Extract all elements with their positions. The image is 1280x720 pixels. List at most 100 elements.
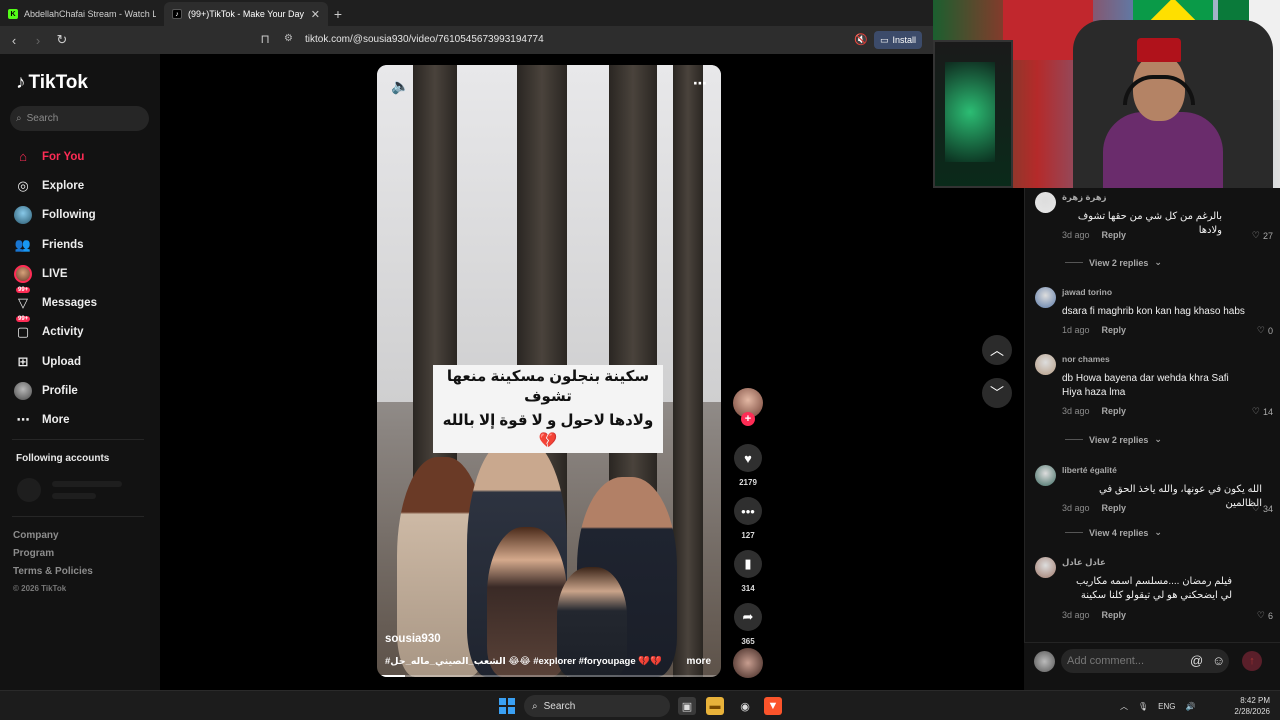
url-text[interactable]: tiktok.com/@sousia930/video/761054567399… — [305, 34, 544, 45]
messages-badge: 99+ — [16, 287, 31, 294]
sidebar-item-following[interactable]: Following — [14, 201, 154, 230]
tab-tiktok[interactable]: ♪ (99+)TikTok - Make Your Day ✕ — [164, 2, 328, 26]
close-tab-icon[interactable]: ✕ — [311, 8, 320, 21]
video-author[interactable]: sousia930 — [385, 633, 441, 645]
microphone-icon[interactable]: 🎙 — [1138, 702, 1148, 711]
mention-icon[interactable]: @ — [1190, 653, 1203, 668]
sidebar-item-live[interactable]: LIVE — [14, 259, 154, 288]
music-disc-icon[interactable] — [733, 648, 763, 678]
windows-start-icon[interactable] — [499, 698, 515, 714]
comment-like[interactable]: ♡ 6 — [1257, 610, 1273, 621]
back-icon[interactable]: ‹ — [4, 30, 24, 50]
search-icon: ⌕ — [532, 700, 538, 712]
sidebar-item-more[interactable]: ⋯ More — [14, 406, 154, 435]
comment-age: 3d ago — [1062, 406, 1090, 416]
comment-meta: 1d ago Reply — [1062, 325, 1126, 335]
volume-icon[interactable]: 🔈 — [391, 77, 410, 95]
next-video-button[interactable]: ﹀ — [982, 378, 1012, 408]
add-comment-bar: Add comment... @ ☺ ↑ — [1024, 642, 1280, 690]
commenter-avatar[interactable] — [1035, 354, 1056, 375]
comment-username[interactable]: liberté égalité — [1062, 465, 1117, 475]
view-replies-label: View 4 replies — [1089, 527, 1149, 538]
install-button[interactable]: ▭ Install — [874, 31, 923, 49]
comment-like[interactable]: ♡ 27 — [1252, 230, 1273, 241]
search-input[interactable]: ⌕ Search — [10, 106, 149, 131]
more-options-icon[interactable]: ⋯ — [693, 75, 707, 92]
bookmark-icon[interactable]: ⊓ — [258, 32, 272, 48]
add-comment-input[interactable]: Add comment... — [1061, 649, 1229, 673]
footer-company-link[interactable]: Company — [13, 530, 93, 548]
follow-plus-icon[interactable]: + — [741, 412, 755, 426]
emoji-icon[interactable]: ☺ — [1212, 653, 1225, 668]
file-explorer-icon[interactable]: ▬ — [706, 697, 724, 715]
creator-avatar[interactable]: + — [733, 388, 763, 426]
reply-button[interactable]: Reply — [1102, 503, 1127, 513]
commenter-avatar[interactable] — [1035, 192, 1056, 213]
heart-icon[interactable]: ♥ — [734, 444, 762, 472]
reply-button[interactable]: Reply — [1102, 325, 1127, 335]
video-progress-bar[interactable] — [377, 675, 721, 677]
sidebar-item-profile[interactable]: Profile — [14, 376, 154, 405]
loading-skeleton-line — [52, 481, 122, 487]
forward-icon[interactable]: › — [28, 30, 48, 50]
tab-kick-stream[interactable]: K AbdellahChafai Stream - Watch Live — [0, 2, 164, 26]
compass-icon: ◎ — [17, 177, 29, 193]
send-comment-button[interactable]: ↑ — [1242, 651, 1262, 671]
install-label: Install — [892, 35, 917, 45]
new-tab-button[interactable]: + — [328, 2, 348, 26]
sidebar-item-label: Following — [42, 209, 96, 222]
previous-video-button[interactable]: ︿ — [982, 335, 1012, 365]
speaker-icon[interactable]: 🔊 — [1186, 702, 1196, 711]
commenter-avatar[interactable] — [1035, 465, 1056, 486]
reply-button[interactable]: Reply — [1102, 610, 1127, 620]
sidebar-item-upload[interactable]: ⊞ Upload — [14, 347, 154, 376]
commenter-avatar[interactable] — [1035, 287, 1056, 308]
footer-program-link[interactable]: Program — [13, 548, 93, 566]
comment-like[interactable]: ♡ 14 — [1252, 406, 1273, 417]
chrome-icon[interactable]: ◉ — [736, 697, 754, 715]
sidebar-item-label: Friends — [42, 238, 84, 251]
comment-username[interactable]: زهرة زهرة — [1062, 192, 1107, 203]
clock[interactable]: 8:42 PM 2/28/2026 — [1228, 695, 1270, 717]
reply-button[interactable]: Reply — [1102, 230, 1127, 240]
video-player[interactable]: سكينة بنجلون مسكينة منعها تشوف ولادها لا… — [377, 65, 721, 677]
comment-username[interactable]: nor chames — [1062, 354, 1110, 364]
video-description: #الشعب_الصيني_ماله_حل 😂😂 #explorer #fory… — [385, 656, 661, 667]
language-indicator[interactable]: ENG — [1158, 702, 1175, 711]
task-view-icon[interactable]: ▣ — [678, 697, 696, 715]
comment-username[interactable]: jawad torino — [1062, 287, 1112, 297]
brave-browser-icon[interactable]: ▼ — [764, 697, 782, 715]
video-progress-fill — [377, 675, 405, 677]
sidebar-item-activity[interactable]: ▢ 99+ Activity — [14, 316, 154, 347]
share-icon[interactable]: ➦ — [734, 603, 762, 631]
sidebar-item-explore[interactable]: ◎ Explore — [14, 171, 154, 200]
view-replies-button[interactable]: View 2 replies ⌄ — [1065, 434, 1162, 445]
commenter-avatar[interactable] — [1035, 557, 1056, 578]
reply-button[interactable]: Reply — [1102, 406, 1127, 416]
view-replies-button[interactable]: View 4 replies ⌄ — [1065, 527, 1162, 538]
reload-icon[interactable]: ↻ — [52, 30, 72, 50]
footer-terms-link[interactable]: Terms & Policies — [13, 566, 93, 584]
activity-icon: ▢ 99+ — [16, 316, 31, 340]
sidebar-item-for-you[interactable]: ⌂ For You — [14, 142, 154, 171]
taskbar-search[interactable]: ⌕ Search — [524, 695, 670, 717]
chevron-up-icon[interactable]: ︿ — [1120, 701, 1128, 712]
site-info-icon[interactable]: ⚙ — [284, 33, 293, 44]
bookmark-save-icon[interactable]: ▮ — [734, 550, 762, 578]
comment-like[interactable]: ♡ 0 — [1257, 325, 1273, 336]
heart-outline-icon: ♡ — [1251, 230, 1260, 240]
comment-icon[interactable]: ••• — [734, 497, 762, 525]
tab-title: (99+)TikTok - Make Your Day — [188, 9, 304, 19]
view-replies-label: View 2 replies — [1089, 434, 1149, 445]
tiktok-logo[interactable]: ♪ TikTok — [16, 72, 88, 94]
description-more-link[interactable]: more — [687, 656, 711, 667]
media-muted-icon[interactable]: 🔇 — [854, 33, 868, 46]
save-action: ▮ 314 — [730, 550, 766, 593]
sidebar-item-friends[interactable]: 👥 Friends — [14, 230, 154, 259]
sidebar-item-messages[interactable]: ▽ 99+ Messages — [14, 287, 154, 317]
comment-username[interactable]: عادل عادل — [1062, 557, 1106, 568]
view-replies-button[interactable]: View 2 replies ⌄ — [1065, 257, 1162, 268]
comment-like[interactable]: ♡ 34 — [1252, 503, 1273, 514]
tiktok-logo-icon: ♪ — [16, 72, 26, 93]
comment-count: 127 — [741, 531, 755, 540]
